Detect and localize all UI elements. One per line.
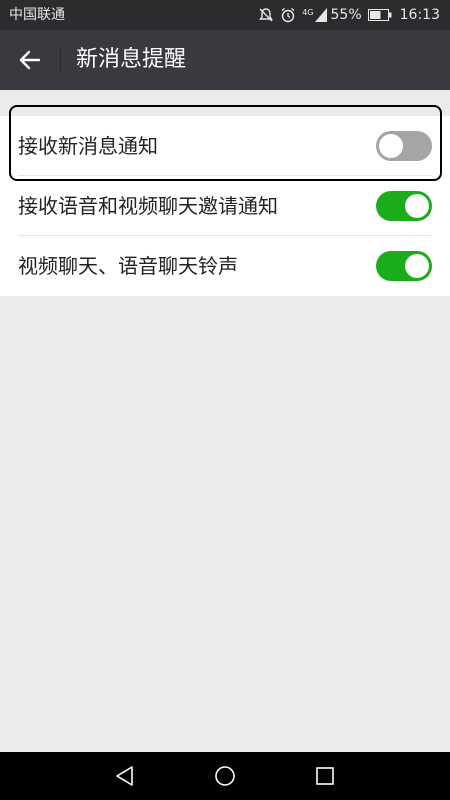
clock: 16:13 xyxy=(399,7,440,23)
setting-label: 视频聊天、语音聊天铃声 xyxy=(18,254,238,278)
setting-row-ringtone[interactable]: 视频聊天、语音聊天铃声 xyxy=(0,236,450,296)
nav-recent-button[interactable] xyxy=(305,760,345,792)
alarm-icon xyxy=(280,7,296,23)
settings-list: 接收新消息通知 接收语音和视频聊天邀请通知 视频聊天、语音聊天铃声 xyxy=(0,116,450,296)
carrier-name: 中国联通 xyxy=(9,7,65,23)
system-nav-bar xyxy=(0,752,450,800)
triangle-back-icon xyxy=(116,766,133,786)
nav-home-button[interactable] xyxy=(205,760,245,792)
arrow-left-icon xyxy=(19,50,41,70)
mute-icon xyxy=(258,7,274,23)
setting-label: 接收语音和视频聊天邀请通知 xyxy=(18,194,278,218)
app-bar: 新消息提醒 xyxy=(0,30,450,90)
setting-label: 接收新消息通知 xyxy=(18,134,158,158)
toggle-switch[interactable] xyxy=(376,251,432,281)
battery-percent: 55% xyxy=(330,7,362,23)
setting-row-new-message[interactable]: 接收新消息通知 xyxy=(0,116,450,176)
status-icons: 4G 55% 16:13 xyxy=(252,5,440,25)
status-bar: 中国联通 4G 55% 16:13 xyxy=(0,0,450,30)
page-title: 新消息提醒 xyxy=(76,47,187,72)
nav-back-button[interactable] xyxy=(105,760,145,792)
toggle-switch[interactable] xyxy=(376,131,432,161)
toggle-knob xyxy=(405,254,429,278)
network-type: 4G xyxy=(302,8,314,17)
circle-home-icon xyxy=(215,766,235,786)
square-recent-icon xyxy=(316,767,334,785)
toggle-knob xyxy=(405,194,429,218)
toggle-switch[interactable] xyxy=(376,191,432,221)
setting-row-call-invite[interactable]: 接收语音和视频聊天邀请通知 xyxy=(0,176,450,236)
app-bar-divider xyxy=(60,46,61,74)
toggle-knob xyxy=(379,134,403,158)
battery-icon xyxy=(367,9,392,21)
back-button[interactable] xyxy=(10,40,50,80)
signal-icon: 4G xyxy=(302,8,327,22)
